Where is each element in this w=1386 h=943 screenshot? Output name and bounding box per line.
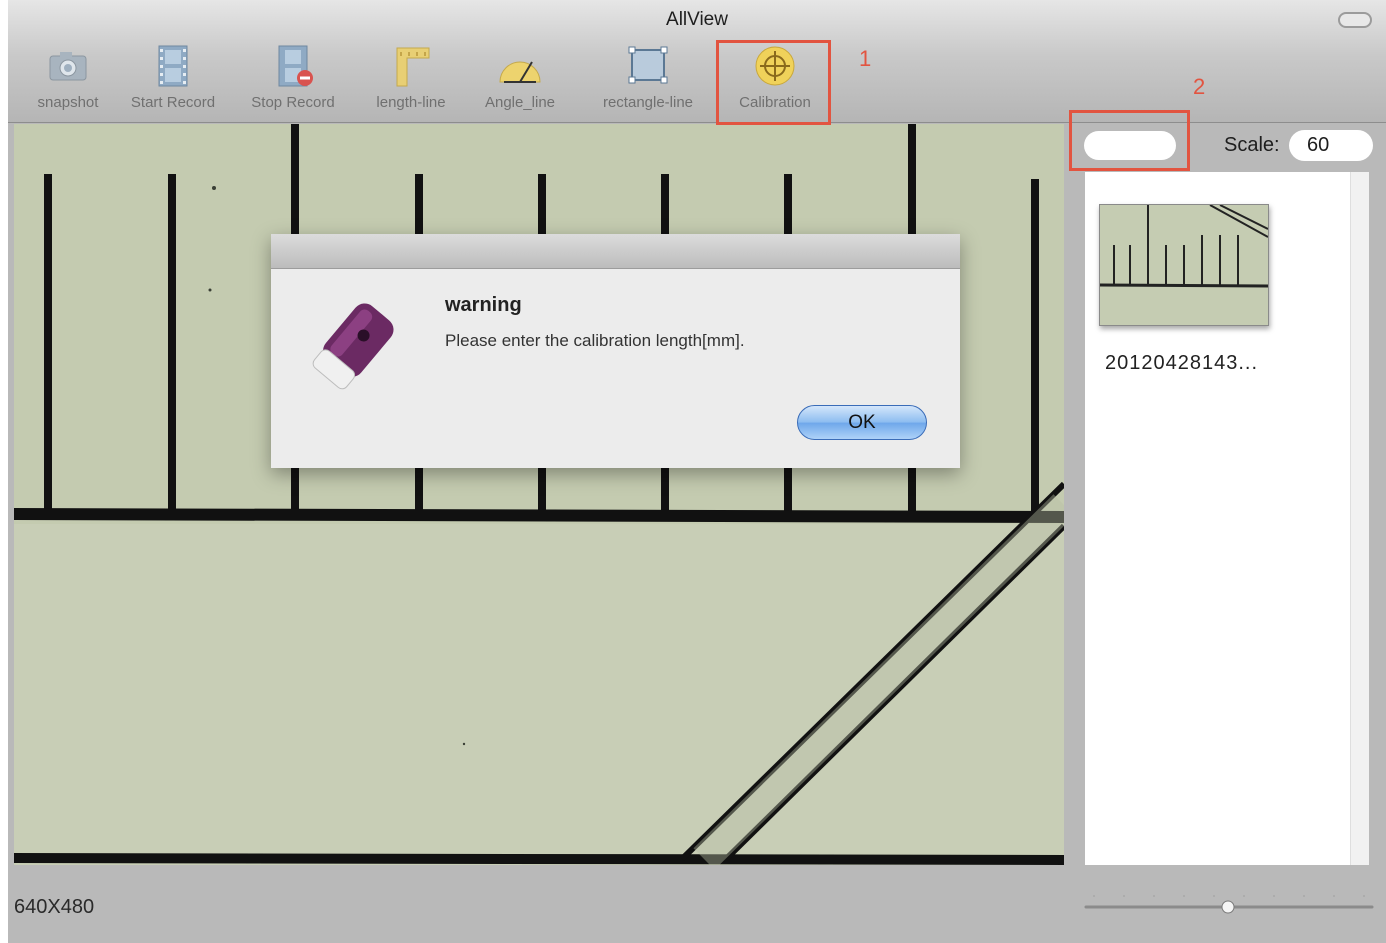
- toolbar: AllView snapshot Start Record Stop Recor…: [8, 0, 1386, 123]
- film-icon: [158, 45, 188, 87]
- dialog-message: Please enter the calibration length[mm].: [445, 331, 745, 350]
- angle-line-label: Angle_line: [484, 94, 556, 111]
- gallery-scrollbar[interactable]: [1350, 172, 1369, 865]
- ok-button[interactable]: OK: [797, 405, 927, 440]
- window-title: AllView: [666, 9, 728, 30]
- length-line-icon: [396, 47, 430, 87]
- app-window: AllView snapshot Start Record Stop Recor…: [8, 0, 1386, 943]
- snapshot-gallery: 20120428143...: [1085, 172, 1369, 865]
- start-record-button[interactable]: Start Record: [116, 38, 230, 114]
- rectangle-line-button[interactable]: rectangle-line: [584, 38, 712, 114]
- resolution-label: 640X480: [14, 896, 95, 918]
- length-line-button[interactable]: length-line: [358, 38, 464, 114]
- angle-line-icon: [499, 61, 541, 83]
- scale-label: Scale:: [1224, 134, 1280, 156]
- film-stop-icon: [278, 45, 313, 87]
- camera-icon: [49, 52, 87, 81]
- angle-line-button[interactable]: Angle_line: [470, 38, 570, 114]
- annotation-marker-1: 1: [859, 46, 872, 71]
- length-line-label: length-line: [376, 94, 446, 111]
- usb-microscope-icon: [312, 303, 394, 390]
- snapshot-thumbnail[interactable]: [1099, 204, 1269, 326]
- warning-dialog: warning Please enter the calibration len…: [271, 234, 960, 468]
- rectangle-line-icon: [628, 46, 668, 84]
- annotation-marker-2: 2: [1193, 74, 1206, 99]
- snapshot-label: snapshot: [37, 94, 99, 111]
- scale-field[interactable]: [1289, 130, 1373, 161]
- zoom-slider-thumb[interactable]: [1221, 900, 1235, 914]
- zoom-slider[interactable]: [1084, 892, 1374, 922]
- thumbnail-image: [1100, 205, 1268, 325]
- stop-record-label: Stop Record: [251, 94, 335, 111]
- dialog-title: warning: [445, 294, 522, 316]
- snapshot-filename: 20120428143...: [1105, 352, 1259, 374]
- window-zoom-button[interactable]: [1338, 12, 1372, 28]
- snapshot-button[interactable]: snapshot: [18, 38, 118, 114]
- calibration-highlight-box: [716, 40, 831, 125]
- start-record-label: Start Record: [130, 94, 216, 111]
- dialog-titlebar: [271, 234, 960, 269]
- name-field-highlight-box: [1069, 110, 1190, 171]
- rectangle-line-label: rectangle-line: [602, 94, 694, 111]
- stop-record-button[interactable]: Stop Record: [236, 38, 350, 114]
